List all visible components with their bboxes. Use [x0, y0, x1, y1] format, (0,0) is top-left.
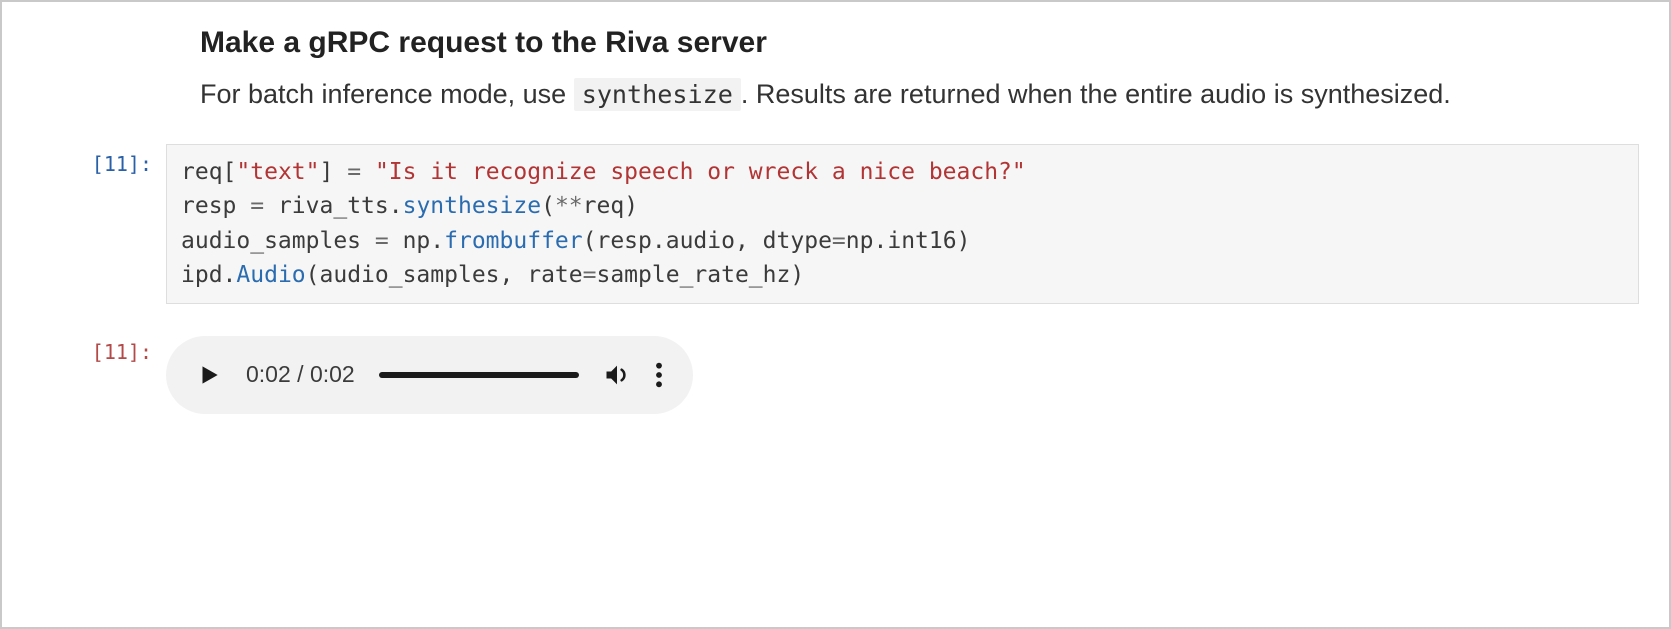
- volume-icon[interactable]: [603, 361, 631, 389]
- code-token: [361, 159, 375, 185]
- code-token: .: [873, 228, 887, 254]
- markdown-cell: Make a gRPC request to the Riva server F…: [32, 26, 1639, 116]
- code-token: , dtype: [735, 228, 832, 254]
- code-editor[interactable]: req["text"] = "Is it recognize speech or…: [166, 144, 1639, 304]
- code-token: "text": [236, 159, 319, 185]
- audio-progress-track[interactable]: [379, 372, 579, 378]
- code-token: audio: [666, 228, 735, 254]
- code-token: resp: [181, 193, 250, 219]
- code-token: , rate: [500, 262, 583, 288]
- code-token: (resp: [583, 228, 652, 254]
- code-input-cell: [11]: req["text"] = "Is it recognize spe…: [32, 144, 1639, 304]
- code-token: =: [250, 193, 264, 219]
- audio-duration: 0:02: [310, 361, 355, 387]
- markdown-heading: Make a gRPC request to the Riva server: [200, 26, 1639, 60]
- code-token: =: [375, 228, 389, 254]
- play-icon[interactable]: [196, 362, 222, 388]
- code-token: req: [181, 159, 223, 185]
- code-token: int16: [887, 228, 956, 254]
- code-token: sample_rate_hz: [596, 262, 790, 288]
- code-token: ): [624, 193, 638, 219]
- code-token: Audio: [236, 262, 305, 288]
- code-token: req: [583, 193, 625, 219]
- input-prompt: [11]:: [32, 144, 166, 176]
- code-token: ipd: [181, 262, 223, 288]
- code-token: "Is it recognize speech or wreck a nice …: [375, 159, 1026, 185]
- audio-time-label: 0:02 / 0:02: [246, 361, 355, 388]
- markdown-paragraph: For batch inference mode, use synthesize…: [200, 74, 1550, 116]
- audio-player: 0:02 / 0:02: [166, 336, 693, 414]
- markdown-text-before: For batch inference mode, use: [200, 79, 574, 109]
- code-token: =: [347, 159, 361, 185]
- audio-current-time: 0:02: [246, 361, 291, 387]
- code-token: audio_samples: [181, 228, 375, 254]
- code-token: frombuffer: [444, 228, 582, 254]
- code-token: =: [583, 262, 597, 288]
- code-token: np: [846, 228, 874, 254]
- markdown-prompt: [32, 26, 166, 34]
- kebab-menu-icon[interactable]: [655, 361, 663, 389]
- code-token: =: [832, 228, 846, 254]
- code-token: ): [957, 228, 971, 254]
- markdown-inline-code: synthesize: [574, 78, 741, 111]
- code-token: .: [652, 228, 666, 254]
- code-token: .: [389, 193, 403, 219]
- code-token: (: [541, 193, 555, 219]
- code-token: **: [555, 193, 583, 219]
- code-token: ]: [320, 159, 334, 185]
- code-token: (audio_samples: [306, 262, 500, 288]
- code-token: synthesize: [403, 193, 541, 219]
- notebook-viewport: Make a gRPC request to the Riva server F…: [0, 0, 1671, 629]
- output-prompt: [11]:: [32, 332, 166, 364]
- code-token: .: [430, 228, 444, 254]
- audio-time-separator: /: [297, 361, 310, 387]
- code-token: np: [389, 228, 431, 254]
- code-token: ): [790, 262, 804, 288]
- code-output-cell: [11]: 0:02 / 0:02: [32, 332, 1639, 414]
- code-token: .: [223, 262, 237, 288]
- code-token: [: [223, 159, 237, 185]
- code-token: riva_tts: [264, 193, 389, 219]
- code-token: [333, 159, 347, 185]
- markdown-text-after: . Results are returned when the entire a…: [741, 79, 1451, 109]
